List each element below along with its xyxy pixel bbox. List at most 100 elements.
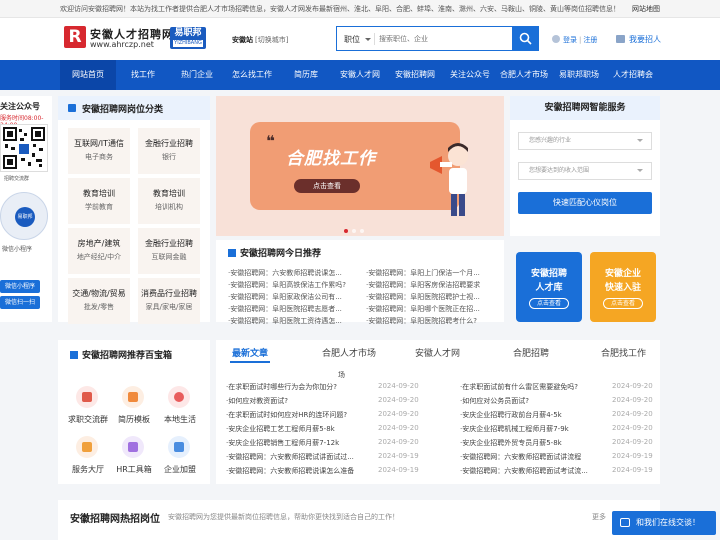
article-link[interactable]: ·在求职面试前有什么雷区需要避免吗? [460, 382, 608, 392]
tab-latest[interactable]: 最新文章 [232, 346, 268, 359]
tab-anhui-talent[interactable]: 安徽人才网 [415, 346, 460, 359]
mini-program-caption: 微信小程序 [2, 246, 33, 253]
match-job-button[interactable]: 快速匹配心仪岗位 [518, 192, 652, 214]
talent-pool-card[interactable]: 安徽招聘 人才库 点击查看 [516, 252, 582, 322]
recruit-link[interactable]: 我要招人 [616, 34, 661, 45]
job-category-panel: 安徽招聘网岗位分类 互联网/IT通信 电子商务 金融行业招聘 银行 教育培训 学… [58, 96, 210, 324]
register-link[interactable]: 注册 [583, 36, 597, 44]
category-desc: 电子商务 [85, 153, 113, 161]
tool-resume-template[interactable]: 简历模板 [110, 386, 158, 430]
banner-view-button[interactable]: 点击查看 [294, 179, 360, 193]
yizhibang-badge[interactable]: 易职邦 YIZHIBANG [170, 27, 206, 49]
nav-item-anhui-recruit[interactable]: 安徽招聘网 [388, 60, 442, 90]
nav-item-anhui-talent[interactable]: 安徽人才网 [332, 60, 388, 90]
hero-banner[interactable]: ❝ 合肥找工作 点击查看 [216, 96, 504, 236]
nav-item-yizhibang[interactable]: 易职邦职场 [552, 60, 606, 90]
carousel-dot[interactable] [352, 229, 356, 233]
chat-icon [76, 386, 98, 408]
grid-icon [70, 351, 78, 359]
tab-hefei-recruit[interactable]: 合肥招聘 [513, 346, 549, 359]
recommend-link[interactable]: ·安徽招聘网：六安教师招聘说课怎... [228, 268, 368, 278]
industry-select[interactable]: 您感兴趣的行业 [518, 132, 652, 150]
category-card[interactable]: 交通/物流/贸易 批发/零售 [68, 278, 130, 324]
article-link[interactable]: ·安庆企业招聘销售工程师月薪7-12k [226, 438, 374, 448]
view-button[interactable]: 点击查看 [603, 298, 643, 309]
category-name: 消费品行业招聘 [141, 289, 197, 298]
article-link[interactable]: ·如何应对公务员面试? [460, 396, 608, 406]
tool-service-hall[interactable]: 服务大厅 [64, 436, 112, 480]
nav-item-home[interactable]: 网站首页 [60, 60, 116, 90]
tab-hefei-find-job[interactable]: 合肥找工作 [601, 346, 646, 359]
search-category-select[interactable]: 职位 [344, 34, 360, 45]
article-date: 2024-09-19 [612, 452, 653, 460]
article-link[interactable]: ·安庆企业招聘工艺工程师月薪5-8k [226, 424, 374, 434]
article-link[interactable]: ·安庆企业招聘机械工程师月薪7-9k [460, 424, 608, 434]
category-card[interactable]: 金融行业招聘 银行 [138, 128, 200, 174]
mini-program-button[interactable]: 微信小程序 [0, 280, 40, 293]
article-link[interactable]: ·在求职面试时如何应对HR的连环问题? [226, 410, 374, 420]
nav-item-resume-library[interactable]: 简历库 [282, 60, 330, 90]
search-input[interactable] [379, 30, 509, 47]
view-button[interactable]: 点击查看 [529, 298, 569, 309]
article-link[interactable]: ·安庆企业招聘外贸专员月薪5-8k [460, 438, 608, 448]
sitemap-link[interactable]: 网站地图 [632, 4, 660, 14]
article-link[interactable]: ·安徽招聘网：六安教师招聘试讲面试过... [226, 452, 374, 462]
logo-icon[interactable]: R [64, 26, 86, 48]
nav-item-job-fair[interactable]: 人才招聘会 [606, 60, 660, 90]
tab-hefei-market[interactable]: 合肥人才市场 [322, 346, 376, 359]
carousel-dot[interactable] [360, 229, 364, 233]
divider: | [579, 36, 582, 44]
category-card[interactable]: 金融行业招聘 互联网金融 [138, 228, 200, 274]
calendar-icon [228, 249, 236, 257]
recommend-link[interactable]: ·安徽招聘网：阜阳医院招聘志愿者... [228, 304, 368, 314]
nav-item-hefei-market[interactable]: 合肥人才市场 [496, 60, 552, 90]
category-card[interactable]: 教育培训 培训机构 [138, 178, 200, 224]
nav-item-hot-companies[interactable]: 热门企业 [170, 60, 224, 90]
recommend-link[interactable]: ·安徽招聘网：阜阳上门保洁一个月... [366, 268, 506, 278]
tool-chat-group[interactable]: 求职交流群 [64, 386, 112, 430]
category-name: 房地产/建筑 [77, 239, 121, 248]
category-desc: 地产经纪/中介 [76, 253, 122, 261]
article-link[interactable]: ·安庆企业招聘行政前台月薪4-5k [460, 410, 608, 420]
online-chat-button[interactable]: 和我们在线交谈！ [612, 511, 716, 535]
category-name: 金融行业招聘 [145, 239, 193, 248]
article-link[interactable]: ·在求职面试时哪些行为会为你加分? [226, 382, 374, 392]
article-link[interactable]: ·安徽招聘网：六安教师招聘面试考试流... [460, 466, 608, 476]
nav-item-how-to-find-job[interactable]: 怎么找工作 [226, 60, 278, 90]
search-button[interactable] [512, 26, 539, 51]
article-link[interactable]: ·安徽招聘网：六安教师招聘面试讲流程 [460, 452, 608, 462]
carousel-dot[interactable] [344, 229, 348, 233]
recommend-link[interactable]: ·安徽招聘网：阜阳高铁保洁工作累吗? [228, 280, 368, 290]
tool-hr-toolbox[interactable]: HR工具箱 [110, 436, 158, 480]
recommend-link[interactable]: ·安徽招聘网：阜阳医院招聘考什么? [366, 316, 506, 326]
login-link[interactable]: 登录 [563, 36, 577, 44]
income-select[interactable]: 您想要达到的收入范围 [518, 162, 652, 180]
article-link[interactable]: ·安徽招聘网：六安教师招聘说课怎么准备 [226, 466, 374, 476]
search-box: 职位 [336, 26, 539, 51]
recommend-link[interactable]: ·安徽招聘网：阜阳哪个医院正在招... [366, 304, 506, 314]
company-join-card[interactable]: 安徽企业 快速入驻 点击查看 [590, 252, 656, 322]
recommend-link[interactable]: ·安徽招聘网：阜阳家政保洁公司有... [228, 292, 368, 302]
recommend-link[interactable]: ·安徽招聘网：阜阳医院工资待遇怎... [228, 316, 368, 326]
tool-company-join[interactable]: 企业加盟 [156, 436, 204, 480]
article-date: 2024-09-19 [378, 452, 419, 460]
recommend-link[interactable]: ·安徽招聘网：阜阳医院招聘护士视... [366, 292, 506, 302]
category-card[interactable]: 消费品行业招聘 家具/家电/家居 [138, 278, 200, 324]
tool-label: HR工具箱 [116, 465, 152, 474]
article-link[interactable]: ·如何应对教资面试? [226, 396, 374, 406]
resume-icon [122, 386, 144, 408]
article-date: 2024-09-20 [612, 410, 653, 418]
recommend-link[interactable]: ·安徽招聘网：阜阳客房保洁招聘要求 [366, 280, 506, 290]
tool-local-life[interactable]: 本地生活 [156, 386, 204, 430]
banner-card: ❝ 合肥找工作 点击查看 [250, 122, 468, 216]
category-card[interactable]: 房地产/建筑 地产经纪/中介 [68, 228, 130, 274]
nav-item-follow-account[interactable]: 关注公众号 [444, 60, 496, 90]
city-switch-link[interactable]: [切换城市] [255, 35, 288, 45]
more-link[interactable]: 更多 [592, 512, 606, 522]
category-card[interactable]: 互联网/IT通信 电子商务 [68, 128, 130, 174]
divider [374, 33, 375, 45]
category-card[interactable]: 教育培训 学前教育 [68, 178, 130, 224]
nav-item-find-job[interactable]: 找工作 [118, 60, 168, 90]
wechat-scan-button[interactable]: 微信扫一扫 [0, 296, 40, 309]
article-date: 2024-09-20 [378, 396, 419, 404]
